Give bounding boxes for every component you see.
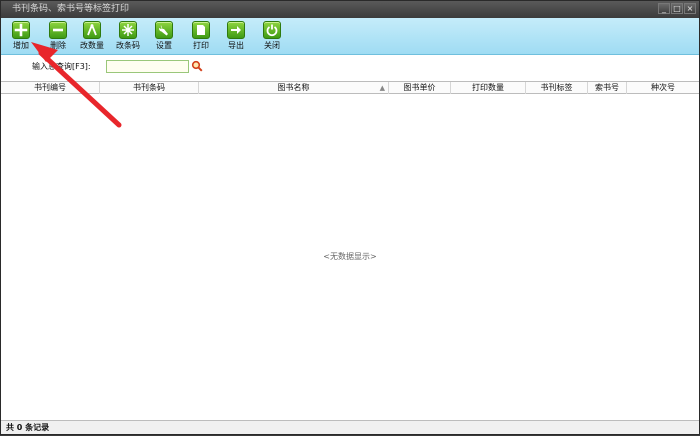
column-header-seq-number[interactable]: 种次号 [627,82,699,94]
print-button[interactable]: 打印 [184,21,218,55]
search-icon[interactable] [191,60,203,72]
close-button[interactable]: 关闭 [255,21,289,55]
column-header-price[interactable]: 图书单价 [389,82,451,94]
status-bar: 共 0 条记录 [1,420,699,434]
app-window: 书刊条码、索书号等标签打印 _ □ × 增加 删除 改数量 改条码 设置 打印 … [0,0,700,435]
edit-barcode-label: 改条码 [116,41,140,50]
edit-quantity-button[interactable]: 改数量 [75,21,109,55]
title-bar[interactable]: 书刊条码、索书号等标签打印 _ □ × [1,1,699,18]
edit-quantity-label: 改数量 [80,41,104,50]
export-arrow-icon [227,21,245,39]
search-label: 输入息查询[F3]: [32,62,91,71]
column-header-title[interactable]: 图书名称 ▲ [199,82,389,94]
power-icon [263,21,281,39]
column-header-book-no[interactable]: 书刊编号 [1,82,100,94]
export-label: 导出 [228,41,244,50]
search-input[interactable] [106,60,189,73]
plus-icon [12,21,30,39]
printer-icon [192,21,210,39]
maximize-button[interactable]: □ [671,3,683,14]
add-button-label: 增加 [13,41,29,50]
minus-icon [49,21,67,39]
empty-state-text: <无数据显示> [323,252,377,261]
table-body[interactable]: <无数据显示> [1,94,699,419]
window-controls: _ □ × [658,3,696,14]
column-header-label[interactable]: 书刊标签 [526,82,588,94]
spark-icon [119,21,137,39]
wrench-icon [155,21,173,39]
sort-ascending-icon: ▲ [379,84,385,92]
print-label: 打印 [193,41,209,50]
settings-label: 设置 [156,41,172,50]
window-title: 书刊条码、索书号等标签打印 [12,4,130,14]
export-button[interactable]: 导出 [219,21,253,55]
edit-barcode-button[interactable]: 改条码 [111,21,145,55]
minimize-button[interactable]: _ [658,3,670,14]
delete-button[interactable]: 删除 [41,21,75,55]
settings-button[interactable]: 设置 [147,21,181,55]
table-header: 书刊编号 书刊条码 图书名称 ▲ 图书单价 打印数量 书刊标签 索书号 种次号 [1,81,699,94]
column-header-barcode[interactable]: 书刊条码 [100,82,199,94]
toolbar: 增加 删除 改数量 改条码 设置 打印 导出 关闭 [1,18,699,55]
delete-button-label: 删除 [50,41,66,50]
record-count: 共 0 条记录 [6,423,50,432]
close-label: 关闭 [264,41,280,50]
column-header-call-number[interactable]: 索书号 [588,82,627,94]
column-header-title-label: 图书名称 [277,83,310,92]
compass-icon [83,21,101,39]
add-button[interactable]: 增加 [4,21,38,55]
close-window-button[interactable]: × [684,3,696,14]
column-header-print-qty[interactable]: 打印数量 [451,82,526,94]
search-bar: 输入息查询[F3]: [1,56,699,78]
